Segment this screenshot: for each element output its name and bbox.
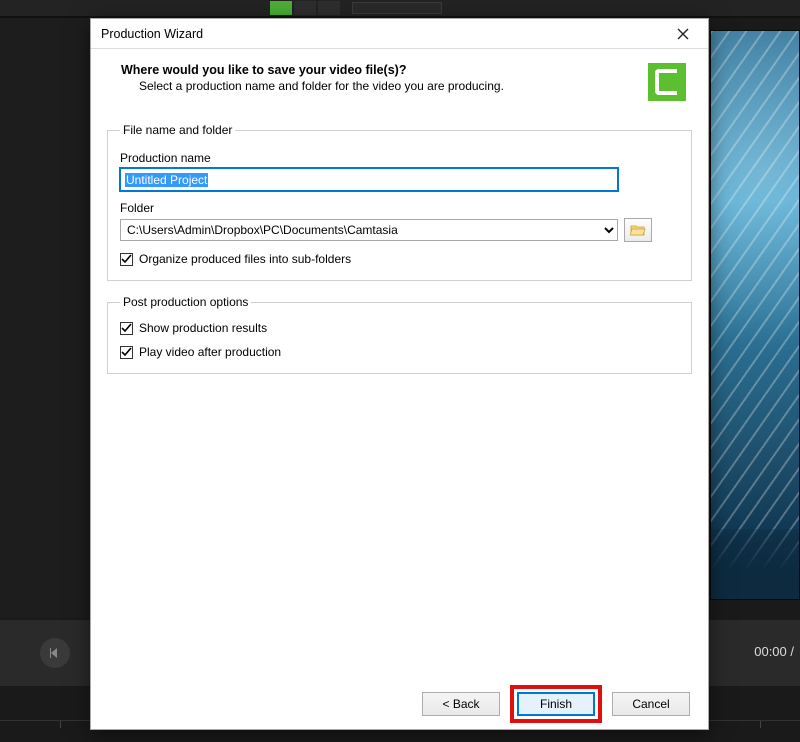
toolbar-button[interactable] [270,1,292,15]
previous-button[interactable] [40,638,70,668]
play-after-label: Play video after production [139,345,281,359]
production-name-input[interactable]: Untitled Project [120,168,618,191]
dialog-footer: < Back Finish Cancel [91,679,708,729]
app-toolbar [0,0,800,18]
toolbar-button[interactable] [318,1,340,15]
cancel-button[interactable]: Cancel [612,692,690,716]
organize-checkbox[interactable] [120,253,133,266]
playback-time: 00:00 / [754,644,794,659]
back-button[interactable]: < Back [422,692,500,716]
production-name-label: Production name [120,151,679,165]
play-after-checkbox-row[interactable]: Play video after production [120,345,679,359]
group-legend: Post production options [120,295,251,309]
folder-open-icon [630,223,646,237]
close-button[interactable] [668,23,698,45]
file-name-folder-group: File name and folder Production name Unt… [107,123,692,281]
folder-select[interactable]: C:\Users\Admin\Dropbox\PC\Documents\Camt… [120,219,618,241]
organize-label: Organize produced files into sub-folders [139,252,351,266]
check-icon [121,254,132,265]
play-after-checkbox[interactable] [120,346,133,359]
show-results-label: Show production results [139,321,267,335]
folder-label: Folder [120,201,679,215]
dialog-body: File name and folder Production name Unt… [91,111,708,679]
dialog-question: Where would you like to save your video … [121,63,638,77]
video-preview [710,30,800,600]
dialog-subtitle: Select a production name and folder for … [121,79,638,93]
dialog-titlebar: Production Wizard [91,19,708,49]
group-legend: File name and folder [120,123,235,137]
production-name-value: Untitled Project [125,173,208,187]
left-panel [0,18,90,618]
finish-button[interactable]: Finish [517,692,595,716]
production-wizard-dialog: Production Wizard Where would you like t… [90,18,709,730]
dialog-header: Where would you like to save your video … [91,49,708,111]
check-icon [121,347,132,358]
finish-highlight: Finish [510,685,602,723]
post-production-group: Post production options Show production … [107,295,692,374]
show-results-checkbox-row[interactable]: Show production results [120,321,679,335]
browse-folder-button[interactable] [624,218,652,242]
toolbar-button[interactable] [294,1,316,15]
dialog-title: Production Wizard [101,27,203,41]
check-icon [121,323,132,334]
organize-checkbox-row[interactable]: Organize produced files into sub-folders [120,252,679,266]
prev-icon [49,647,61,659]
camtasia-logo-icon [648,63,686,101]
toolbar-search[interactable] [352,2,442,14]
close-icon [677,28,689,40]
show-results-checkbox[interactable] [120,322,133,335]
